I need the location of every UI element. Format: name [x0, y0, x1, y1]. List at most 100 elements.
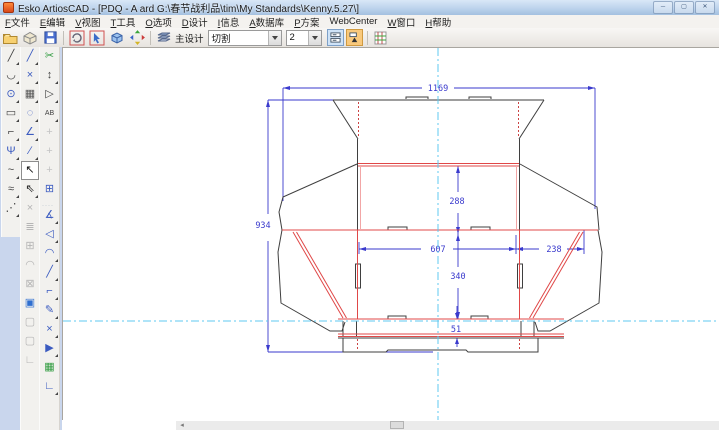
ab-dim-tool[interactable]: AB	[40, 104, 59, 123]
workspace-icon[interactable]	[128, 29, 146, 46]
close-button[interactable]: ✕	[695, 1, 715, 14]
edit-line-tool[interactable]: ✎	[40, 301, 59, 320]
scroll-left-button[interactable]: ◂	[176, 421, 188, 430]
scrollbar-thumb[interactable]	[390, 421, 404, 429]
pan-down-tool: +	[46, 164, 53, 176]
minimize-button[interactable]: ─	[653, 1, 673, 14]
menu-item[interactable]: V视图	[70, 15, 105, 29]
drawing-canvas[interactable]: 1169 934 288 607 238 340 51	[62, 47, 719, 421]
select-tool[interactable]: ↖	[21, 161, 39, 180]
taper-tool[interactable]: ◁	[40, 225, 59, 244]
move-node-tool[interactable]: ↕	[40, 66, 59, 85]
horizontal-scrollbar[interactable]	[188, 421, 719, 430]
snap-toggle-icon[interactable]	[345, 29, 363, 46]
rebuild-icon[interactable]	[68, 29, 86, 46]
menu-item[interactable]: F文件	[0, 15, 35, 29]
counter-table-tool[interactable]: ▦	[40, 358, 59, 377]
fillet-tool[interactable]: ⌐	[2, 123, 20, 142]
layer-dropdown-value: 切割	[211, 33, 231, 45]
design-mode-label[interactable]: 主设计	[175, 31, 204, 45]
branch-tool[interactable]: Ψ	[2, 142, 20, 161]
print-box-icon[interactable]	[21, 29, 39, 46]
menu-item[interactable]: A数据库	[244, 15, 289, 29]
angle-lines-tool[interactable]: ∠	[21, 123, 39, 142]
zoom-dropdown[interactable]: 2	[285, 29, 322, 46]
title-bar: Esko ArtiosCAD - [PDQ - A ard G:\春节战利品\t…	[0, 0, 719, 15]
app-window: Esko ArtiosCAD - [PDQ - A ard G:\春节战利品\t…	[0, 0, 719, 430]
dimension-lines	[267, 87, 595, 352]
alignment-guides	[63, 48, 719, 421]
menu-item[interactable]: P方案	[289, 15, 324, 29]
arc-tangent-tool[interactable]: ◠	[40, 244, 59, 263]
bezier-tool[interactable]: ~	[2, 161, 20, 180]
layer-dropdown[interactable]: 切割	[207, 29, 282, 46]
pan-mid-tool: +	[46, 145, 53, 157]
break-tool[interactable]: ×	[40, 320, 59, 339]
hatch-tool[interactable]: ▦	[21, 85, 39, 104]
menu-item[interactable]: T工具	[106, 15, 141, 29]
dimension-witness-lines	[268, 88, 596, 353]
save-icon[interactable]	[41, 29, 59, 46]
circle-tool[interactable]: ⊙	[2, 85, 20, 104]
cube-icon[interactable]	[108, 29, 126, 46]
offset-tool[interactable]: ⌐	[40, 282, 59, 301]
menu-item[interactable]: H帮助	[420, 15, 456, 29]
arc-modify-tool: ◠	[25, 259, 35, 271]
app-icon	[3, 2, 14, 13]
convert-3d-tool[interactable]: ▣	[21, 294, 39, 313]
pan-up-tool: +	[46, 126, 53, 138]
plot-output-tool[interactable]: ✂	[40, 47, 59, 66]
outline-tool: ▢	[24, 335, 36, 347]
layers-tool: ≣	[25, 221, 35, 233]
rectangle-tool[interactable]: ▭	[2, 104, 20, 123]
style-table-icon[interactable]	[372, 29, 390, 46]
tool-dock: ╱◡⊙▭⌐Ψ~≈⋰ ╱×▦◌∠∕↖⇖×≣⊞◠⊠▣▢▢∟ ✂↕▷AB+++⊞∡◁◠…	[0, 47, 62, 430]
layer-toggle-icon[interactable]	[326, 29, 344, 46]
dim-flap: 51	[451, 325, 461, 335]
dim-lid-depth: 288	[449, 197, 464, 207]
stair-step-tool[interactable]: ∟	[40, 377, 59, 396]
copy-3d-tool: ▢	[24, 316, 36, 328]
pointer-box-icon[interactable]	[88, 29, 106, 46]
direction-tool[interactable]: ▶	[40, 339, 59, 358]
layers-icon[interactable]	[155, 29, 173, 46]
point-line-tool[interactable]: ⋰	[2, 199, 20, 218]
dimension-labels: 1169 934 288 607 238 340 51	[255, 84, 561, 335]
line-tool[interactable]: ╱	[2, 47, 20, 66]
intersect-tool[interactable]: ×	[21, 66, 39, 85]
chevron-down-icon	[307, 30, 321, 45]
maximize-button[interactable]: ▢	[674, 1, 694, 14]
curve-tool[interactable]: ◡	[2, 66, 20, 85]
view-toolbar: ✂↕▷AB+++⊞∡◁◠╱⌐✎×▶▦∟	[39, 47, 60, 430]
edit-toolbar: ╱ × ▦ ◌ ∠ ∕ ↖ ⇖ × ≣ ⊞ ◠ ⊠ ▣ ▢ ▢ ∟	[20, 47, 40, 430]
open-icon[interactable]	[1, 29, 19, 46]
rect-select-tool: ⊠	[25, 278, 35, 290]
bottom-bar: ◂	[62, 420, 719, 430]
dieline-cut-lines	[277, 96, 603, 353]
measure-tool[interactable]: ∕	[21, 142, 39, 161]
menu-item[interactable]: I信息	[213, 15, 245, 29]
delete-tool: ×	[26, 202, 34, 214]
zoom-dropdown-value: 2	[289, 32, 295, 43]
dimension-arrowheads	[266, 86, 595, 352]
dim-side-panel: 238	[546, 245, 561, 255]
wave-tool[interactable]: ≈	[2, 180, 20, 199]
duplicate-tool: ⊞	[25, 240, 35, 252]
rotate-shape-tool[interactable]: ▷	[40, 85, 59, 104]
chevron-down-icon	[267, 30, 281, 45]
geometry-toolbar: ╱ ◡ ⊙ ▭ ⌐ Ψ ~ ≈ ⋰	[1, 47, 21, 237]
line2-tool[interactable]: ╱	[21, 47, 39, 66]
angle-dim-tool[interactable]: ∡	[40, 206, 59, 225]
menu-item[interactable]: W窗口	[382, 15, 420, 29]
group-select-tool[interactable]: ⇖	[21, 180, 39, 199]
dim-total-height: 934	[255, 221, 270, 231]
line-angle-tool[interactable]: ╱	[40, 263, 59, 282]
circle2-tool[interactable]: ◌	[21, 104, 39, 123]
menu-item[interactable]: E编辑	[35, 15, 70, 29]
main-toolbar: 主设计 切割 2	[0, 28, 719, 48]
menu-item[interactable]: D设计	[177, 15, 213, 29]
corner-gray-tool: ∟	[24, 354, 36, 366]
menu-item[interactable]: O选项	[140, 15, 176, 29]
dim-front-height: 340	[450, 272, 465, 282]
menu-item[interactable]: WebCenter	[325, 16, 383, 27]
